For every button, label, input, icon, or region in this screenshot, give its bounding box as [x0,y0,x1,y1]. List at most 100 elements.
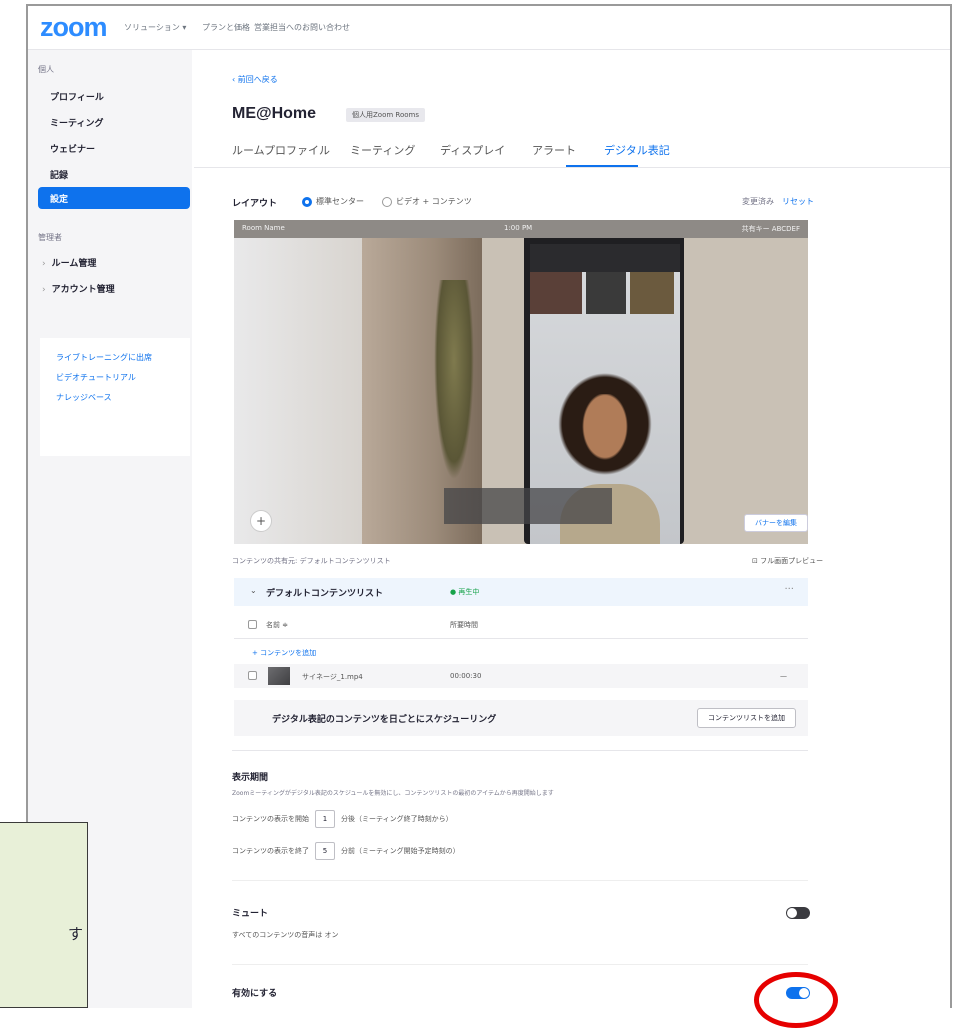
preview-video-tile [630,272,674,314]
reset-area: 変更済み リセット [742,196,814,207]
sidebar-item-webinars[interactable]: ウェビナー [50,142,95,155]
tab-display[interactable]: ディスプレイ [440,142,505,158]
preview-background [234,238,362,544]
divider [194,167,950,168]
start-display-label: コンテンツの表示を開始 [232,815,309,823]
mute-description: すべてのコンテンツの音声は オン [232,931,339,939]
tab-meetings[interactable]: ミーティング [350,142,415,158]
radio-label: ビデオ + コンテンツ [396,197,472,206]
display-period-title: 表示期間 [232,773,269,783]
start-display-suffix: 分後（ミーティング終了時刻から） [341,815,453,823]
sidebar-personal-header: 個人 [38,65,54,74]
sidebar-item-label: ルーム管理 [51,259,97,269]
add-content-link[interactable]: + コンテンツを追加 [252,648,316,658]
browser-frame: zoom ソリューション ▾ プランと価格 営業担当へのお問い合わせ 個人 プロ… [26,4,952,1008]
sidebar-item-settings[interactable]: 設定 [38,187,190,209]
preview-header-bar: Room Name 1:00 PM 共有キー ABCDEF [234,220,808,238]
layout-radio-standard-center[interactable]: 標準センター [302,196,364,207]
video-tutorials-link[interactable]: ビデオチュートリアル [56,372,136,383]
nav-solutions-link[interactable]: ソリューション ▾ [124,22,186,33]
callout-text: す [68,925,84,943]
changed-label: 変更済み [742,197,774,206]
add-widget-button[interactable]: + [250,510,272,532]
preview-person-face [578,394,632,466]
file-name: サイネージ_1.mp4 [302,673,363,681]
radio-selected-icon [302,196,312,207]
preview-room-name: Room Name [242,224,285,232]
reset-link[interactable]: リセット [782,197,814,206]
preview-tile-strip [530,244,680,272]
layout-label: レイアウト [232,199,278,209]
nav-pricing-link[interactable]: プランと価格 [202,22,250,33]
room-type-badge: 個人用Zoom Rooms [346,108,425,122]
row-menu-icon[interactable]: — [780,672,787,680]
end-display-row: コンテンツの表示を終了 5 分前（ミーティング開始予定時刻の） [232,842,460,860]
tab-alerts[interactable]: アラート [532,142,576,158]
start-display-row: コンテンツの表示を開始 1 分後（ミーティング終了時刻から） [232,810,453,828]
file-duration: 00:00:30 [450,672,482,680]
divider [232,964,808,965]
top-navigation: zoom ソリューション ▾ プランと価格 営業担当へのお問い合わせ [28,6,950,50]
preview-banner-area [444,488,612,524]
column-header-duration: 所要時間 [450,621,478,629]
radio-unselected-icon [382,196,392,207]
start-minutes-input[interactable]: 1 [315,810,335,828]
nav-contact-sales-link[interactable]: 営業担当へのお問い合わせ [254,22,350,33]
back-link[interactable]: ‹ 前回へ戻る [232,74,278,85]
end-display-suffix: 分前（ミーティング開始予定時刻の） [341,847,460,855]
content-source-label: コンテンツの共有元: デフォルトコンテンツリスト [232,557,391,565]
table-row[interactable]: サイネージ_1.mp4 00:00:30 — [234,664,808,688]
column-header-name[interactable]: 名前 ≑ [266,620,288,630]
fullscreen-preview-link[interactable]: ⊡ フル画面プレビュー [752,556,823,566]
toggle-knob [787,908,797,918]
add-content-list-button[interactable]: コンテンツリストを追加 [697,708,796,728]
content-list-name: デフォルトコンテンツリスト [266,589,384,599]
content-list-header[interactable]: ⌄ デフォルトコンテンツリスト ● 再生中 ··· [234,578,808,606]
tab-digital-signage[interactable]: デジタル表記 [604,142,670,158]
enable-title: 有効にする [232,989,278,999]
knowledge-base-link[interactable]: ナレッジベース [56,392,112,403]
status-badge: ● 再生中 [450,588,480,596]
edit-banner-button[interactable]: バナーを編集 [744,514,808,532]
display-period-description: Zoomミーティングがデジタル表記のスケジュールを無効にし、コンテンツリストの最… [232,790,554,797]
video-thumbnail [268,667,290,685]
sidebar-item-room-management[interactable]: › ルーム管理 [42,256,96,269]
mute-toggle[interactable] [786,907,810,919]
main-content: ‹ 前回へ戻る ME@Home 個人用Zoom Rooms ルームプロファイル … [194,50,950,1008]
row-checkbox[interactable] [248,671,257,680]
zoom-logo[interactable]: zoom [40,12,107,43]
preview-time: 1:00 PM [504,224,533,232]
sidebar-item-account-management[interactable]: › アカウント管理 [42,282,115,295]
sidebar-help-links: ライブトレーニングに出席 ビデオチュートリアル ナレッジベース [40,338,190,456]
select-all-checkbox[interactable] [248,620,257,629]
end-minutes-input[interactable]: 5 [315,842,335,860]
sidebar-admin-header: 管理者 [38,233,62,242]
sidebar-item-recordings[interactable]: 記録 [50,168,68,181]
annotation-callout: す [0,822,88,1008]
tab-room-profile[interactable]: ルームプロファイル [232,142,330,158]
radio-label: 標準センター [316,197,364,206]
divider [232,880,808,881]
sidebar-item-label: アカウント管理 [51,285,115,295]
chevron-right-icon: › [42,285,46,295]
preview-meeting-meta: 共有キー ABCDEF [741,225,800,233]
schedule-label: デジタル表記のコンテンツを日ごとにスケジューリング [272,715,497,725]
preview-plant-image [434,280,474,480]
more-options-icon[interactable]: ··· [784,584,794,595]
highlight-circle [754,972,838,1028]
sidebar-item-settings-label: 設定 [50,195,69,205]
preview-video-tile [586,272,626,314]
divider [234,638,808,639]
preview-video-tile [530,272,582,314]
live-training-link[interactable]: ライブトレーニングに出席 [56,352,152,363]
chevron-down-icon[interactable]: ⌄ [250,586,257,595]
mute-title: ミュート [232,909,269,919]
layout-radio-video-content[interactable]: ビデオ + コンテンツ [382,196,472,207]
chevron-right-icon: › [42,259,46,269]
signage-preview: Room Name 1:00 PM 共有キー ABCDEF + バナーを編集 [234,220,808,544]
end-display-label: コンテンツの表示を終了 [232,847,309,855]
sidebar-item-meetings[interactable]: ミーティング [50,116,103,129]
divider [232,750,808,751]
sidebar-item-profile[interactable]: プロフィール [50,90,104,103]
page-title: ME@Home [232,105,317,122]
